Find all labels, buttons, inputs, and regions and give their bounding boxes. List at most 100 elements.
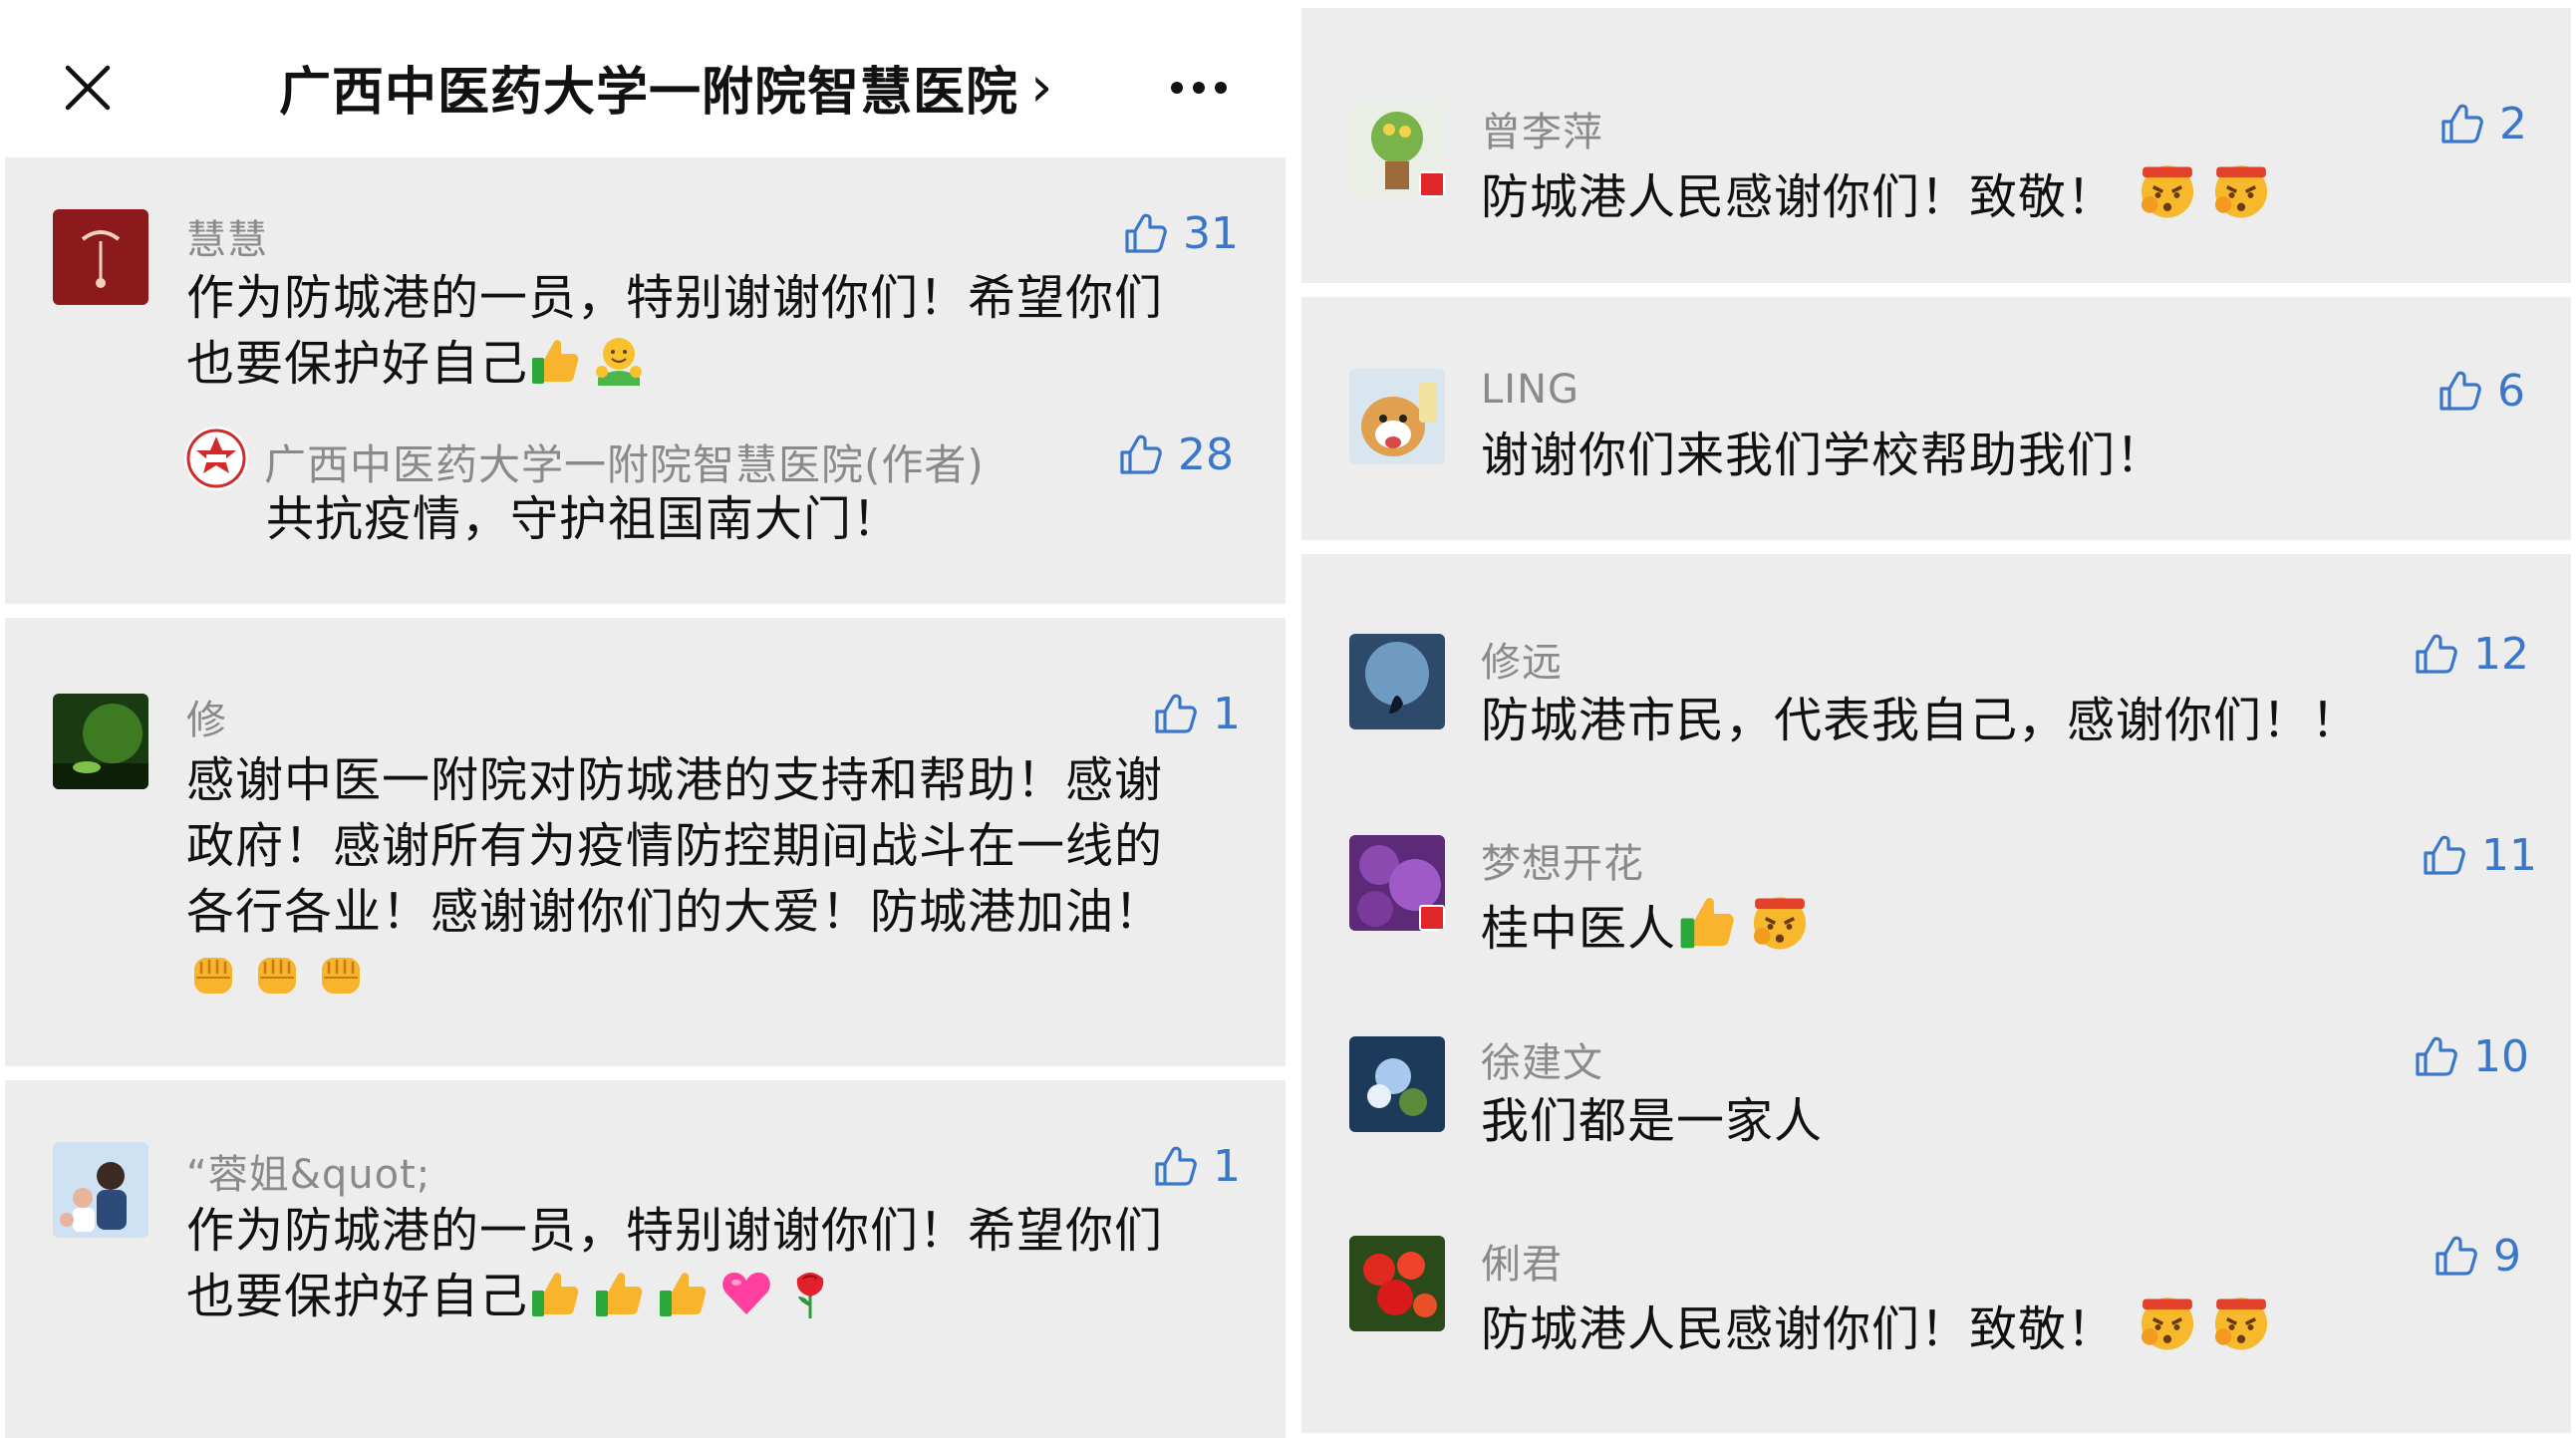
thumbs-up-icon xyxy=(1151,1142,1199,1190)
comment-card: 慧慧 31 作为防城港的一员，特别谢谢你们！希望你们 也要保护好自己 广西中医药… xyxy=(5,157,1286,604)
comment-line-text: 防城港人民感谢你们！致敬！ xyxy=(1481,1301,2117,1357)
header-bar: 广西中医药大学一附院智慧医院 › xyxy=(0,0,1295,157)
comment-card: 曾李萍 2 防城港人民感谢你们！致敬！ xyxy=(1301,8,2571,283)
commenter-name[interactable]: 徐建文 xyxy=(1481,1030,1603,1088)
like-button[interactable]: 11 xyxy=(2420,825,2537,885)
like-button[interactable]: 2 xyxy=(2437,94,2527,153)
comment-card: 修 1 感谢中医一附院对防城港的支持和帮助！感谢 政府！感谢所有为疫情防控期间战… xyxy=(5,618,1286,1066)
comment-text: 防城港人民感谢你们！致敬！ xyxy=(1481,157,2283,230)
comment-text: 防城港人民感谢你们！致敬！ xyxy=(1481,1290,2283,1362)
determined-face-emoji-icon xyxy=(2136,157,2199,221)
comment-card: LING 6 谢谢你们来我们学校帮助我们！ xyxy=(1301,297,2571,540)
determined-face-emoji-icon xyxy=(1748,889,1812,953)
avatar[interactable] xyxy=(1349,1036,1445,1132)
pink-heart-emoji-icon xyxy=(719,1267,773,1320)
commenter-name[interactable]: 修远 xyxy=(1481,630,1563,688)
commenter-name[interactable]: 修 xyxy=(186,688,227,745)
page-title: 广西中医药大学一附院智慧医院 xyxy=(279,62,1019,123)
commenter-name[interactable]: “蓉姐&quot; xyxy=(186,1142,430,1200)
avatar[interactable] xyxy=(53,209,148,305)
account-title-link[interactable]: 广西中医药大学一附院智慧医院 › xyxy=(279,52,1053,123)
comment-line: 各行各业！感谢谢你们的大爱！防城港加油！ xyxy=(186,884,1164,940)
comment-text: 谢谢你们来我们学校帮助我们！ xyxy=(1481,428,2165,483)
more-icon[interactable] xyxy=(1171,78,1231,98)
flag-badge-icon xyxy=(1419,905,1445,931)
determined-face-emoji-icon xyxy=(2136,1290,2199,1353)
rose-emoji-icon xyxy=(783,1267,837,1320)
author-name[interactable]: 广西中医药大学一附院智慧医院(作者) xyxy=(264,431,985,492)
like-button[interactable]: 31 xyxy=(1121,203,1239,263)
like-count: 1 xyxy=(1213,688,1241,739)
like-count: 12 xyxy=(2473,628,2529,680)
commenter-name[interactable]: LING xyxy=(1481,367,1579,413)
comment-text: 桂中医人 xyxy=(1481,889,1822,962)
comment-line: 作为防城港的一员，特别谢谢你们！希望你们 xyxy=(186,1203,1164,1259)
like-button[interactable]: 12 xyxy=(2412,624,2529,684)
avatar[interactable] xyxy=(1349,1236,1445,1331)
reply-like-button[interactable]: 28 xyxy=(1116,425,1234,484)
thumbs-up-icon xyxy=(1116,431,1164,478)
like-count: 28 xyxy=(1178,429,1234,480)
reply-text: 共抗疫情，守护祖国南大门！ xyxy=(266,491,902,547)
flag-badge-icon xyxy=(1419,171,1445,197)
comment-line: 也要保护好自己 xyxy=(186,1264,1263,1329)
comment-group: 修远 12 防城港市民，代表我自己，感谢你们！！ 梦想开花 11 桂中医人 徐建… xyxy=(1301,554,2571,1433)
commenter-name[interactable]: 俐君 xyxy=(1481,1232,1563,1290)
thumbs-up-icon xyxy=(1151,690,1199,737)
thumbs-up-icon xyxy=(2412,1032,2459,1080)
comment-text: 作为防城港的一员，特别谢谢你们！希望你们 也要保护好自己 xyxy=(186,1198,1263,1329)
thumbs-up-icon xyxy=(1121,209,1169,257)
like-button[interactable]: 6 xyxy=(2435,361,2525,421)
like-button[interactable]: 1 xyxy=(1151,1136,1241,1196)
like-button[interactable]: 1 xyxy=(1151,684,1241,743)
thumbs-up-emoji-icon xyxy=(528,1267,582,1320)
like-count: 10 xyxy=(2473,1030,2529,1082)
comment-line: 政府！感谢所有为疫情防控期间战斗在一线的 xyxy=(186,818,1164,874)
hospital-logo-icon xyxy=(186,429,246,488)
chevron-right-icon: › xyxy=(1030,54,1053,120)
commenter-name[interactable]: 梦想开花 xyxy=(1481,831,1644,889)
emoji-line xyxy=(186,945,1263,1010)
thumbs-up-emoji-icon xyxy=(592,1267,646,1320)
comment-line-text: 桂中医人 xyxy=(1481,901,1677,957)
like-count: 2 xyxy=(2499,98,2527,149)
thumbs-up-icon xyxy=(2435,367,2483,415)
avatar[interactable] xyxy=(1349,835,1445,931)
comment-line-text: 也要保护好自己 xyxy=(186,1269,529,1324)
determined-face-emoji-icon xyxy=(2209,1290,2273,1353)
comment-line-text: 防城港人民感谢你们！致敬！ xyxy=(1481,169,2117,225)
avatar[interactable] xyxy=(1349,634,1445,729)
thumbs-up-icon xyxy=(2432,1232,2479,1280)
comment-line: 也要保护好自己 xyxy=(186,331,1263,397)
thumbs-up-emoji-icon xyxy=(1676,891,1738,953)
avatar[interactable] xyxy=(1349,102,1445,197)
commenter-name[interactable]: 慧慧 xyxy=(186,207,268,265)
avatar[interactable] xyxy=(1349,369,1445,464)
commenter-name[interactable]: 曾李萍 xyxy=(1481,100,1603,157)
hugging-face-emoji-icon xyxy=(592,334,646,388)
like-count: 11 xyxy=(2481,829,2537,881)
comment-text: 感谢中医一附院对防城港的支持和帮助！感谢 政府！感谢所有为疫情防控期间战斗在一线… xyxy=(186,747,1263,1010)
like-button[interactable]: 9 xyxy=(2432,1226,2521,1286)
thumbs-up-icon xyxy=(2420,831,2467,879)
comment-text: 我们都是一家人 xyxy=(1481,1093,1824,1149)
author-avatar[interactable] xyxy=(184,427,248,490)
comment-text: 防城港市民，代表我自己，感谢你们！！ xyxy=(1481,693,2361,748)
comment-line-text: 也要保护好自己 xyxy=(186,336,529,392)
raised-fist-emoji-icon xyxy=(250,948,304,1002)
like-count: 6 xyxy=(2497,365,2525,417)
thumbs-up-icon xyxy=(2437,100,2485,147)
avatar[interactable] xyxy=(53,1142,148,1238)
avatar[interactable] xyxy=(53,694,148,789)
comment-card: “蓉姐&quot; 1 作为防城港的一员，特别谢谢你们！希望你们 也要保护好自己 xyxy=(5,1080,1286,1438)
raised-fist-emoji-icon xyxy=(186,948,240,1002)
comment-line: 作为防城港的一员，特别谢谢你们！希望你们 xyxy=(186,270,1164,326)
close-icon[interactable] xyxy=(62,62,114,114)
thumbs-up-emoji-icon xyxy=(656,1267,710,1320)
like-button[interactable]: 10 xyxy=(2412,1026,2529,1086)
comment-text: 作为防城港的一员，特别谢谢你们！希望你们 也要保护好自己 xyxy=(186,265,1263,397)
like-count: 1 xyxy=(1213,1140,1241,1192)
thumbs-up-icon xyxy=(2412,630,2459,678)
comment-line: 感谢中医一附院对防城港的支持和帮助！感谢 xyxy=(186,752,1164,808)
determined-face-emoji-icon xyxy=(2209,157,2273,221)
